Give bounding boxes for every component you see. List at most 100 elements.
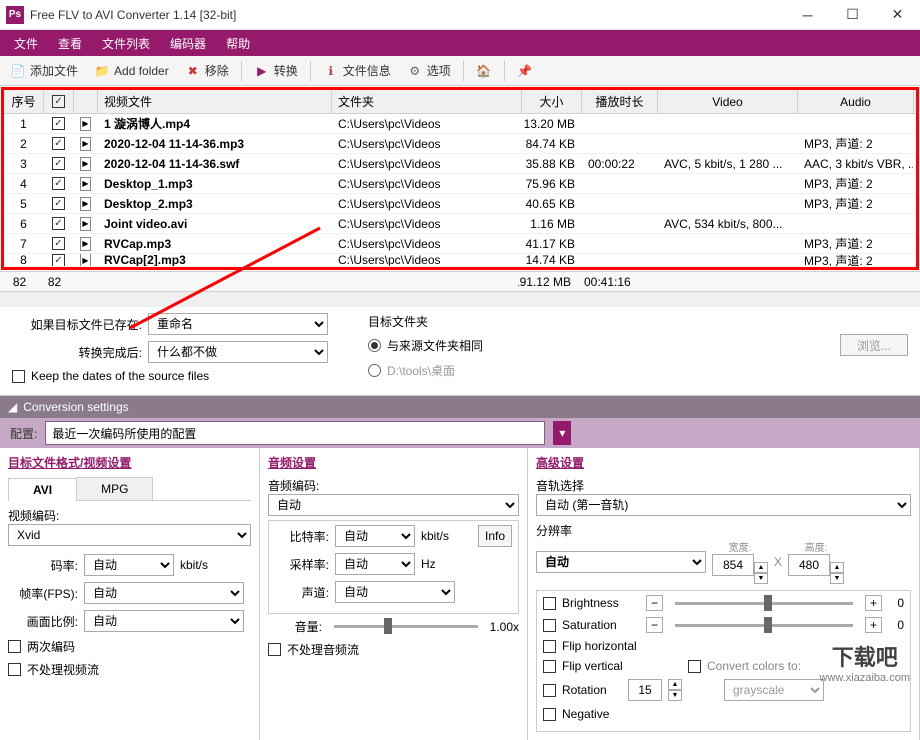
track-select[interactable]: 自动 (第一音轨) [536,494,911,516]
tab-avi[interactable]: AVI [8,478,77,501]
col-video[interactable]: Video [658,90,798,113]
menu-filelist[interactable]: 文件列表 [92,30,160,56]
summary-count2: 82 [40,272,70,291]
height-input[interactable]: 480 [788,554,830,576]
col-seq[interactable]: 序号 [4,90,44,113]
minimize-button[interactable]: ─ [785,0,830,30]
width-down[interactable]: ▼ [754,573,768,584]
vcodec-select[interactable]: Xvid [8,524,251,546]
res-select[interactable]: 自动 [536,551,706,573]
horizontal-scrollbar[interactable] [0,291,920,307]
width-up[interactable]: ▲ [754,562,768,573]
col-file[interactable]: 视频文件 [98,90,332,113]
brightness-slider[interactable] [675,602,853,605]
saturation-slider[interactable] [675,624,853,627]
config-select[interactable]: 最近一次编码所使用的配置 [45,421,545,445]
separator [310,61,311,81]
menu-encoder[interactable]: 编码器 [160,30,216,56]
convcolors-select[interactable]: grayscale [724,679,824,701]
col-size[interactable]: 大小 [522,90,582,113]
window-title: Free FLV to AVI Converter 1.14 [32-bit] [30,8,785,22]
maximize-button[interactable]: ☐ [830,0,875,30]
flipv-checkbox[interactable] [543,660,556,673]
negative-checkbox[interactable] [543,708,556,721]
advanced-settings-panel: 高级设置 音轨选择 自动 (第一音轨) 分辨率 自动 宽度: 854▲▼ X 高… [528,448,920,740]
col-audio[interactable]: Audio [798,90,914,113]
add-file-icon: 📄 [10,63,26,79]
table-row[interactable]: 3✓▶2020-12-04 11-14-36.swfC:\Users\pc\Vi… [4,154,916,174]
fliph-checkbox[interactable] [543,640,556,653]
acodec-select[interactable]: 自动 [268,494,519,516]
menu-file[interactable]: 文件 [4,30,48,56]
samefolder-label: 与来源文件夹相同 [387,337,834,354]
tab-mpg[interactable]: MPG [76,477,153,500]
menu-view[interactable]: 查看 [48,30,92,56]
fps-label: 帧率(FPS): [8,585,78,602]
rotation-checkbox[interactable] [543,684,556,697]
volume-slider[interactable] [334,625,478,628]
saturation-checkbox[interactable] [543,619,556,632]
afterconv-select[interactable]: 什么都不做 [148,341,328,363]
fileinfo-button[interactable]: ℹ文件信息 [317,59,397,82]
add-folder-icon: 📁 [94,63,110,79]
col-check[interactable]: ✓ [44,90,74,113]
menu-help[interactable]: 帮助 [216,30,260,56]
volume-value: 1.00x [490,620,519,634]
samefolder-radio[interactable] [368,339,381,352]
acodec-label: 音频编码: [268,477,519,494]
col-folder[interactable]: 文件夹 [332,90,522,113]
convert-icon: ▶ [254,63,270,79]
height-up[interactable]: ▲ [830,562,844,573]
keepdates-label: Keep the dates of the source files [31,369,209,383]
options-button[interactable]: ⚙选项 [401,59,457,82]
fps-select[interactable]: 自动 [84,582,244,604]
config-dropdown-button[interactable]: ▾ [553,421,571,445]
rotation-input[interactable]: 15 [628,679,662,701]
close-button[interactable]: ✕ [875,0,920,30]
convcolors-checkbox[interactable] [688,660,701,673]
audio-title: 音频设置 [268,452,519,473]
remove-button[interactable]: ✖移除 [179,59,235,82]
width-input[interactable]: 854 [712,554,754,576]
table-row[interactable]: 5✓▶Desktop_2.mp3C:\Users\pc\Videos40.65 … [4,194,916,214]
targetfolder-label: 目标文件夹 [368,313,908,330]
home-icon: 🏠 [476,63,492,79]
col-duration[interactable]: 播放时长 [582,90,658,113]
height-down[interactable]: ▼ [830,573,844,584]
brightness-checkbox[interactable] [543,597,556,610]
customfolder-radio[interactable] [368,364,381,377]
novideo-checkbox[interactable] [8,663,21,676]
aspect-select[interactable]: 自动 [84,610,244,632]
home-button[interactable]: 🏠 [470,60,498,82]
table-row[interactable]: 4✓▶Desktop_1.mp3C:\Users\pc\Videos75.96 … [4,174,916,194]
twopass-checkbox[interactable] [8,640,21,653]
convert-button[interactable]: ▶转换 [248,59,304,82]
check-all[interactable]: ✓ [52,95,65,108]
table-row[interactable]: 6✓▶Joint video.aviC:\Users\pc\Videos1.16… [4,214,916,234]
pin-button[interactable]: 📌 [511,60,539,82]
table-row[interactable]: 2✓▶2020-12-04 11-14-36.mp3C:\Users\pc\Vi… [4,134,916,154]
info-button[interactable]: Info [478,525,512,547]
summary-count1: 82 [0,272,40,291]
bitrate-select[interactable]: 自动 [84,554,174,576]
config-bar: 配置: 最近一次编码所使用的配置 ▾ [0,418,920,448]
file-list-table: 序号 ✓ 视频文件 文件夹 大小 播放时长 Video Audio 1✓▶1 漩… [1,87,919,270]
conversion-settings-header[interactable]: ◢ Conversion settings [0,396,920,418]
col-icon[interactable] [74,90,98,113]
keepdates-checkbox[interactable] [12,370,25,383]
add-folder-button[interactable]: 📁Add folder [88,60,175,82]
samplerate-select[interactable]: 自动 [335,553,415,575]
browse-button[interactable]: 浏览... [840,334,908,356]
ifexists-select[interactable]: 重命名 [148,313,328,335]
table-row[interactable]: 7✓▶RVCap.mp3C:\Users\pc\Videos41.17 KBMP… [4,234,916,254]
abitrate-select[interactable]: 自动 [335,525,415,547]
noaudio-checkbox[interactable] [268,643,281,656]
video-format-panel: 目标文件格式/视频设置 AVI MPG 视频编码: Xvid 码率: 自动 kb… [0,448,260,740]
table-row[interactable]: 1✓▶1 漩涡博人.mp4C:\Users\pc\Videos13.20 MB [4,114,916,134]
ifexists-label: 如果目标文件已存在: [12,316,142,333]
table-body: 1✓▶1 漩涡博人.mp4C:\Users\pc\Videos13.20 MB2… [4,114,916,267]
channels-select[interactable]: 自动 [335,581,455,603]
table-row[interactable]: 8✓▶RVCap[2].mp3C:\Users\pc\Videos14.74 K… [4,254,916,267]
collapse-icon: ◢ [8,400,17,414]
add-file-button[interactable]: 📄添加文件 [4,59,84,82]
